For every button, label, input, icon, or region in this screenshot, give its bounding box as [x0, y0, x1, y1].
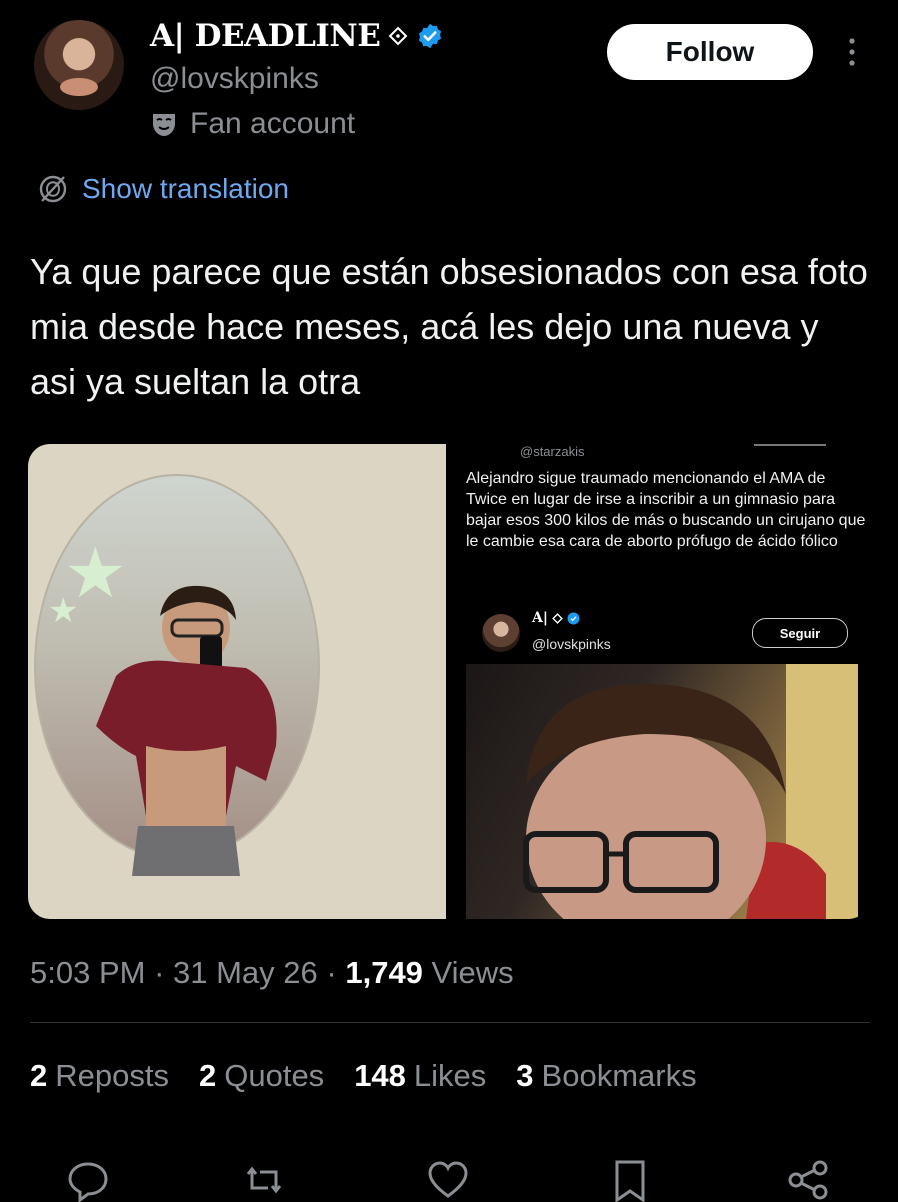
action-bar — [0, 1158, 898, 1202]
quoted-top-handle: @starzakis — [520, 444, 585, 459]
person-figure — [96, 585, 277, 876]
reposts-label: Reposts — [55, 1058, 169, 1093]
mirror: ★ ★ — [34, 474, 320, 876]
translate-icon — [39, 175, 67, 203]
quoted-text: Alejandro sigue traumado mencionando el … — [466, 470, 866, 550]
quoted-handle: @lovskpinks — [532, 636, 611, 652]
quoted-divider — [754, 444, 826, 446]
repost-icon[interactable] — [242, 1158, 286, 1202]
quotes-stat[interactable]: 2 Quotes — [199, 1058, 324, 1094]
bookmark-icon[interactable] — [608, 1158, 652, 1202]
author-handle[interactable]: @lovskpinks — [150, 62, 319, 96]
like-icon[interactable] — [426, 1158, 470, 1202]
likes-count: 148 — [354, 1058, 406, 1093]
fan-account-label: Fan account — [190, 107, 356, 140]
more-icon[interactable] — [840, 34, 864, 70]
quoted-display-name: A| — [532, 610, 548, 626]
author-display-name[interactable]: A| DEADLINE — [150, 18, 381, 54]
bookmarks-label: Bookmarks — [541, 1058, 697, 1093]
media-photo-mirror-selfie[interactable]: ★ ★ — [28, 444, 446, 919]
author-avatar[interactable] — [34, 20, 124, 110]
quoted-name-row: A| — [532, 610, 580, 626]
verified-icon — [567, 612, 580, 624]
media-photo-quoted-screenshot[interactable]: @starzakis Alejandro sigue traumado menc… — [446, 444, 870, 919]
reposts-stat[interactable]: 2 Reposts — [30, 1058, 169, 1094]
tweet-meta: 5:03 PM · 31 May 26 · 1,749 Views — [30, 955, 514, 990]
show-translation-link[interactable]: Show translation — [36, 172, 289, 206]
reply-icon[interactable] — [66, 1158, 110, 1202]
likes-label: Likes — [413, 1058, 487, 1093]
quotes-count: 2 — [198, 1058, 217, 1093]
show-translation-label: Show translation — [82, 173, 290, 204]
mask-icon — [153, 114, 175, 136]
tweet-date[interactable]: 31 May 26 — [173, 955, 318, 990]
likes-stat[interactable]: 148 Likes — [354, 1058, 486, 1094]
views-label: Views — [431, 955, 514, 990]
quoted-avatar — [482, 614, 520, 652]
verified-icon — [419, 23, 442, 49]
bookmarks-stat[interactable]: 3 Bookmarks — [516, 1058, 696, 1094]
diamond-icon — [388, 26, 408, 46]
tweet-text: Ya que parece que están obsesionados con… — [30, 251, 868, 402]
diamond-icon — [552, 612, 563, 624]
divider — [30, 1022, 870, 1023]
tweet-time[interactable]: 5:03 PM — [30, 955, 145, 990]
reposts-count: 2 — [30, 1058, 48, 1093]
quotes-label: Quotes — [224, 1058, 325, 1093]
engagement-stats: 2 Reposts 2 Quotes 148 Likes 3 Bookmarks — [30, 1058, 697, 1094]
follow-button[interactable]: Follow — [607, 24, 813, 80]
views-count: 1,749 — [345, 955, 423, 990]
quoted-follow-button: Seguir — [752, 618, 848, 648]
selfie-figure — [523, 664, 858, 919]
affiliation-label: Fan account — [150, 107, 355, 141]
author-name-row: A| DEADLINE — [150, 18, 444, 54]
bookmarks-count: 3 — [516, 1058, 534, 1093]
share-icon[interactable] — [786, 1158, 830, 1202]
quoted-selfie-photo — [466, 664, 858, 919]
